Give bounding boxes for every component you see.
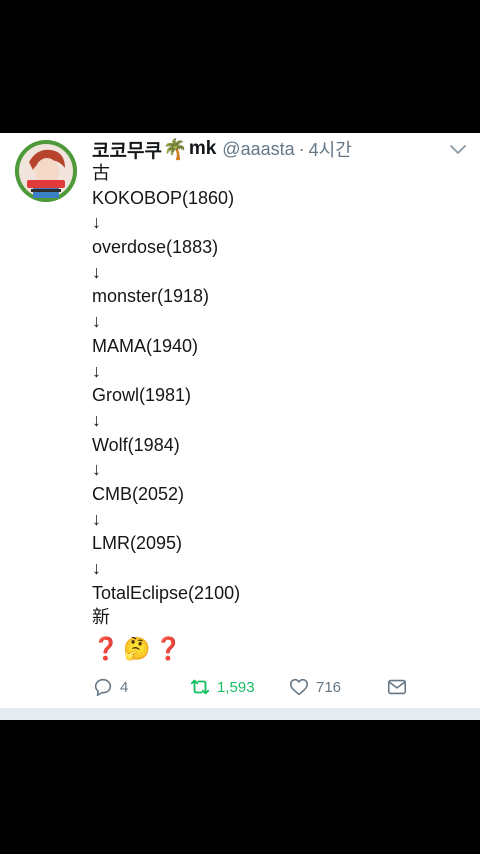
retweet-button[interactable]: 1,593 bbox=[189, 675, 255, 699]
tweet-line: Growl(1981) bbox=[92, 385, 192, 406]
like-count: 716 bbox=[316, 678, 342, 696]
tweet-header: 코코무쿠 🌴 mk @aaasta · 4시간 bbox=[92, 136, 472, 162]
tweet-separator bbox=[0, 708, 480, 720]
tweet-line: KOKOBOP(1860) bbox=[92, 187, 235, 208]
avatar-image bbox=[15, 140, 77, 202]
tweet-line: Wolf(1984) bbox=[92, 434, 180, 455]
tweet-actions: 4 1,593 716 bbox=[92, 675, 432, 699]
top-black-band bbox=[0, 0, 480, 133]
tweet-line: monster(1918) bbox=[92, 286, 210, 307]
tweet-line: TotalEclipse(2100) bbox=[92, 582, 241, 603]
tweet-text: 古 KOKOBOP(1860) ↓ overdose(1883) ↓ monst… bbox=[92, 161, 462, 630]
tweet-line: ↓ bbox=[92, 459, 101, 480]
user-handle[interactable]: @aaasta bbox=[222, 139, 294, 160]
retweet-count: 1,593 bbox=[217, 678, 255, 696]
palm-tree-icon: 🌴 bbox=[162, 138, 188, 161]
chevron-down-icon[interactable] bbox=[448, 139, 468, 159]
reply-button[interactable]: 4 bbox=[92, 675, 128, 699]
thinking-face-icon: 🤔 bbox=[123, 636, 151, 661]
tweet-timestamp[interactable]: 4시간 bbox=[309, 136, 352, 162]
display-name[interactable]: 코코무쿠 🌴 mk bbox=[92, 136, 216, 163]
reply-icon bbox=[94, 678, 112, 697]
meta-separator: · bbox=[298, 138, 305, 159]
tweet-line: ↓ bbox=[92, 360, 101, 381]
question-mark-icon: ❓ bbox=[154, 636, 183, 661]
tweet-line: MAMA(1940) bbox=[92, 335, 199, 356]
tweet-line: ↓ bbox=[92, 508, 101, 529]
direct-message-button[interactable] bbox=[386, 675, 414, 699]
tweet-line: ↓ bbox=[92, 212, 101, 233]
tweet-line: ↓ bbox=[92, 558, 101, 578]
avatar[interactable] bbox=[15, 140, 77, 202]
heart-icon bbox=[289, 678, 309, 696]
tweet-line: 古 bbox=[92, 163, 110, 183]
tweet-line: ↓ bbox=[92, 261, 101, 282]
tweet-line: overdose(1883) bbox=[92, 237, 219, 258]
tweet-line: LMR(2095) bbox=[92, 533, 183, 554]
tweet-line: 新 bbox=[92, 607, 110, 628]
mail-icon bbox=[387, 679, 407, 695]
display-name-text: 코코무쿠 bbox=[92, 140, 162, 162]
reply-count: 4 bbox=[120, 678, 129, 696]
display-name-suffix: mk bbox=[188, 138, 217, 159]
retweet-icon bbox=[190, 679, 210, 695]
tweet-line: ↓ bbox=[92, 409, 101, 430]
question-mark-icon: ❓ bbox=[92, 636, 120, 661]
bottom-black-band bbox=[0, 720, 480, 854]
tweet-line: ↓ bbox=[92, 311, 101, 332]
emoji-line: ❓ 🤔 ❓ bbox=[92, 635, 182, 663]
like-button[interactable]: 716 bbox=[288, 675, 341, 699]
tweet-line: CMB(2052) bbox=[92, 483, 185, 504]
